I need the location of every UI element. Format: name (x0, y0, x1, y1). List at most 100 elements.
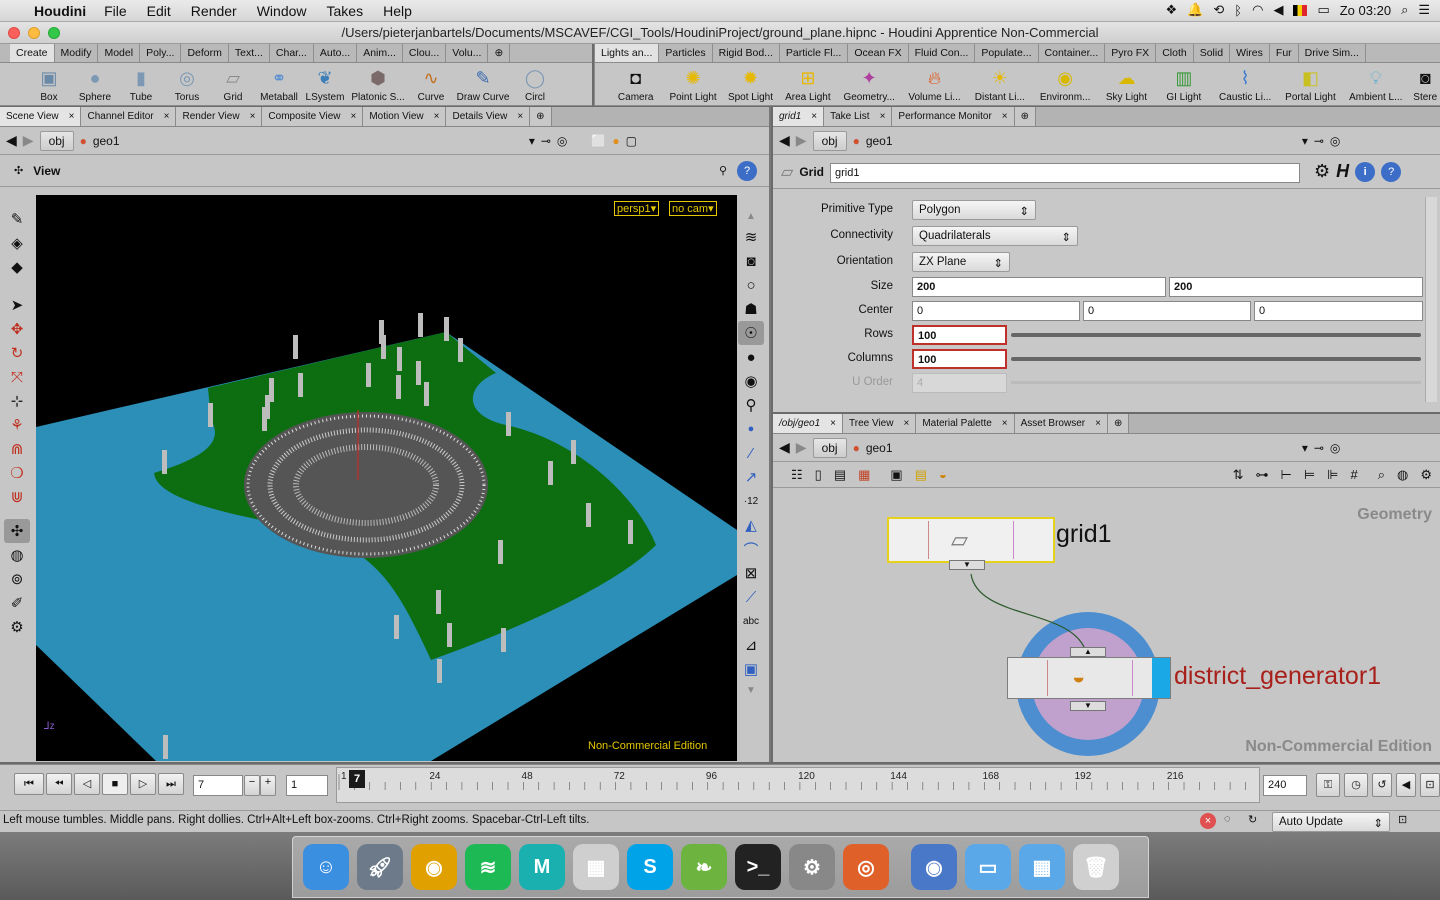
material-ball-icon[interactable]: ● (612, 134, 619, 148)
menu-file[interactable]: File (104, 3, 127, 19)
menu-render[interactable]: Render (191, 3, 237, 19)
dock-terminal-icon[interactable]: >_ (735, 844, 781, 890)
notes-icon[interactable]: ✐ (4, 591, 30, 615)
ghost-icon[interactable]: ≋ (738, 225, 764, 249)
orientation-menu[interactable]: ZX Plane ⇕ (912, 252, 1010, 272)
realtime-clock-icon[interactable]: ◷ (1344, 773, 1368, 797)
shelf-tab-model[interactable]: Model (98, 44, 141, 62)
tree-icon[interactable]: ⊢ (1281, 467, 1292, 483)
close-tab-icon[interactable]: × (350, 107, 356, 126)
sphere-toggle-icon[interactable]: ○ (738, 273, 764, 297)
link-icon[interactable]: ◎ (1330, 441, 1340, 455)
jump-start-icon[interactable]: ⏮ (14, 773, 44, 795)
close-tab-icon[interactable]: × (517, 107, 523, 126)
view-label[interactable]: View (33, 164, 60, 178)
dock-chrome-canary-icon[interactable]: ◉ (911, 844, 957, 890)
tool-sky-light[interactable]: ☁ Sky Light (1100, 63, 1153, 105)
template-flag-icon[interactable] (1132, 660, 1152, 696)
volume-icon[interactable]: ◀ (1273, 2, 1283, 18)
pin-icon[interactable]: ⊸ (541, 134, 551, 148)
shelf-tab-volu[interactable]: Volu... (446, 44, 489, 62)
stop-icon[interactable]: ■ (102, 773, 128, 795)
network-gear-icon[interactable]: ⚙ (1420, 467, 1432, 483)
tab-scene-view[interactable]: Scene View × (0, 107, 82, 126)
shelf-tab-poly[interactable]: Poly... (140, 44, 182, 62)
tab-take-list[interactable]: Take List × (824, 107, 893, 126)
flipbook-icon[interactable]: ⚙ (4, 615, 30, 639)
find-icon[interactable]: ◍ (1397, 467, 1408, 483)
add-tab-icon[interactable]: ⊕ (1014, 107, 1037, 126)
shelf-tab-pyro[interactable]: Pyro FX (1105, 44, 1157, 62)
path-dropdown-icon[interactable]: ▾ (1302, 134, 1308, 148)
tool-camera[interactable]: ◘ Camera (609, 63, 662, 105)
tool-geometry-light[interactable]: ✦ Geometry... (839, 63, 900, 105)
headlight-icon[interactable]: ☉ (738, 321, 764, 345)
app-menu[interactable]: Houdini (34, 3, 86, 19)
select-icon[interactable]: ✎ (4, 207, 30, 231)
keyframe-icon[interactable]: ⚿ (1316, 773, 1340, 797)
back-arrow-icon[interactable]: ◀ (779, 132, 790, 149)
center-z-field[interactable]: 0 (1254, 301, 1423, 321)
display-options-icon[interactable]: ⊡ (1398, 813, 1407, 826)
shelf-tab-ocean[interactable]: Ocean FX (848, 44, 909, 62)
pin-icon[interactable]: ⊸ (1314, 134, 1324, 148)
dock-launchpad-icon[interactable]: 🚀︎ (357, 844, 403, 890)
gear-icon[interactable]: ⚙ (1314, 161, 1330, 182)
parameter-scrollbar[interactable] (1425, 197, 1437, 402)
close-tab-icon[interactable]: × (164, 107, 170, 126)
handle-icon[interactable]: ⊹ (4, 389, 30, 413)
node-district-generator1[interactable]: ◒ (1007, 657, 1171, 699)
back-arrow-icon[interactable]: ◀ (779, 439, 790, 456)
tool-sphere[interactable]: ● Sphere (72, 63, 118, 105)
close-tab-icon[interactable]: × (250, 107, 256, 126)
close-tab-icon[interactable]: × (69, 107, 75, 126)
forward-arrow-icon[interactable]: ▶ (796, 132, 807, 149)
shelf-tab-create[interactable]: Create (10, 44, 55, 62)
tab-grid1-params[interactable]: grid1 × (773, 107, 825, 126)
audio-icon[interactable]: ◀ (1396, 773, 1416, 797)
shading-icon[interactable]: ⬜ (591, 134, 606, 148)
link-icon[interactable]: ◎ (557, 134, 567, 148)
size-y-field[interactable]: 200 (1169, 277, 1423, 297)
scale-icon[interactable]: ⤧ (4, 365, 30, 389)
network-box-icon[interactable]: ▣ (890, 467, 902, 483)
scroll-down-icon[interactable]: ▼ (738, 681, 764, 699)
viewport-layout-icon[interactable]: ▢ (626, 134, 637, 148)
grid-snap-icon[interactable]: # (1350, 467, 1357, 482)
dock-chrome-icon[interactable]: ◉ (411, 844, 457, 890)
shelf-tab-lights[interactable]: Lights an... (595, 44, 660, 62)
camera-persp-menu[interactable]: persp1▾ (614, 201, 660, 216)
dock-spotify-icon[interactable]: ≋ (465, 844, 511, 890)
display-flag-icon[interactable] (1152, 658, 1170, 698)
error-icon[interactable]: × (1200, 813, 1216, 829)
tool-caustic-light[interactable]: ⌇ Caustic Li... (1215, 63, 1276, 105)
frame-step-field[interactable]: 1 (286, 775, 328, 796)
tool-draw-curve[interactable]: ✎ Draw Curve (454, 63, 512, 105)
center-x-field[interactable]: 0 (912, 301, 1080, 321)
brush-icon[interactable]: ❍ (4, 461, 30, 485)
columns-slider[interactable] (1011, 357, 1421, 361)
tool-lsystem[interactable]: ❦ LSystem (302, 63, 348, 105)
magnet-icon[interactable]: ⋒ (4, 437, 30, 461)
prim-display-icon[interactable]: ⌒ (738, 537, 764, 561)
global-anim-options-icon[interactable]: ⊡ (1420, 773, 1440, 797)
view-menu-icon[interactable]: ✣ (14, 164, 23, 177)
list-mode-icon[interactable]: ☷ (791, 467, 803, 483)
view-tool-icon[interactable]: ✣ (4, 519, 30, 543)
refresh-icon[interactable]: ↻ (1248, 813, 1257, 826)
tab-channel-editor[interactable]: Channel Editor × (81, 107, 177, 126)
notification-icon[interactable]: 🔔 (1187, 2, 1203, 18)
tool-torus[interactable]: ◎ Torus (164, 63, 210, 105)
tool-gi-light[interactable]: ▥ GI Light (1157, 63, 1210, 105)
tool-environment-light[interactable]: ◉ Environm... (1034, 63, 1095, 105)
tool-metaball[interactable]: ⚭ Metaball (256, 63, 302, 105)
shelf-tab-text[interactable]: Text... (229, 44, 270, 62)
tool-portal-light[interactable]: ◧ Portal Light (1280, 63, 1341, 105)
loop-icon[interactable]: ↺ (1372, 773, 1392, 797)
tab-performance-monitor[interactable]: Performance Monitor × (892, 107, 1015, 126)
node-district-generator1-label[interactable]: district_generator1 (1174, 662, 1381, 691)
path-root[interactable]: obj (812, 130, 847, 151)
frame-decrement-button[interactable]: − (244, 775, 260, 796)
link-icon[interactable]: ◎ (1330, 134, 1340, 148)
minimize-window-button[interactable] (28, 27, 40, 39)
